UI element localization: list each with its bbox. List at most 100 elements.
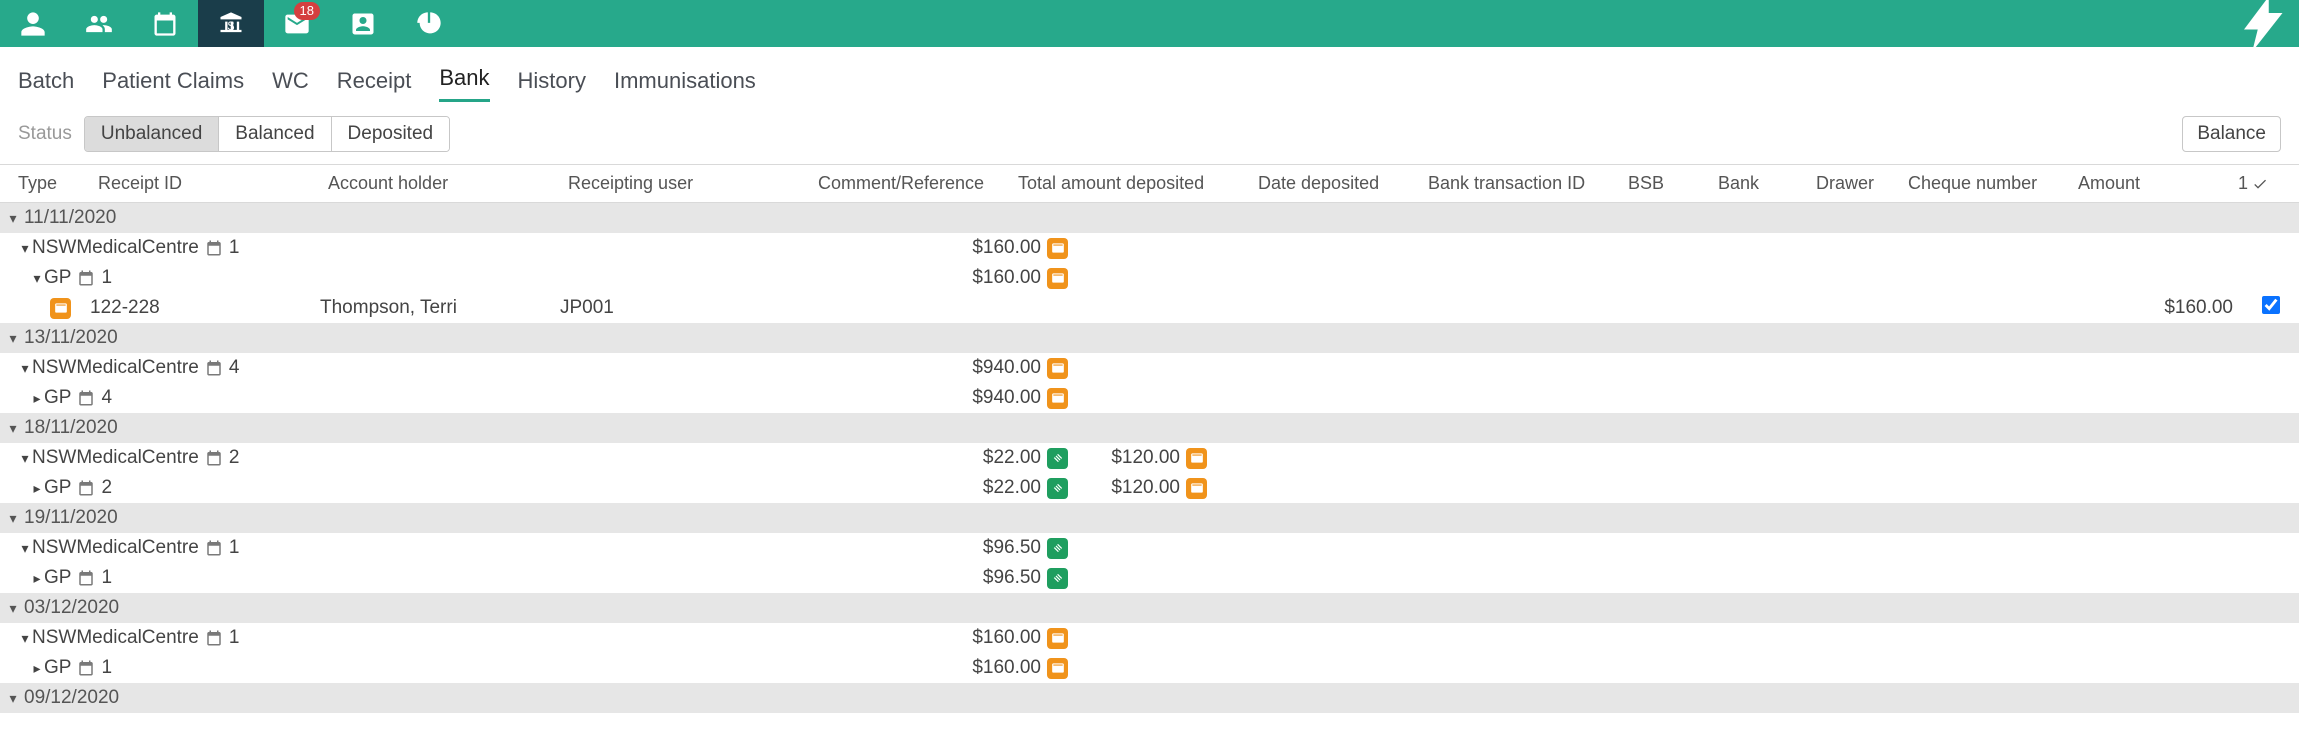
col-date-deposited[interactable]: Date deposited	[1250, 173, 1420, 194]
date-group-row[interactable]: 18/11/2020	[0, 413, 2299, 443]
col-amount[interactable]: Amount	[2070, 173, 2225, 194]
expand-caret-icon[interactable]	[6, 420, 20, 437]
amount-cell: $160.00	[560, 657, 1074, 679]
col-bank[interactable]: Bank	[1710, 173, 1808, 194]
expand-caret-icon[interactable]	[30, 570, 44, 587]
tab-batch[interactable]: Batch	[18, 68, 74, 102]
nav-icon-help[interactable]	[2233, 0, 2299, 47]
expand-caret-icon[interactable]	[18, 450, 32, 467]
tab-wc[interactable]: WC	[272, 68, 309, 102]
payment-chip-orange	[1186, 478, 1207, 499]
tab-bank[interactable]: Bank	[439, 65, 489, 102]
gp-count: 2	[101, 477, 112, 499]
expand-caret-icon[interactable]	[30, 390, 44, 407]
centre-name: NSWMedicalCentre	[32, 237, 199, 259]
centre-name: NSWMedicalCentre	[32, 627, 199, 649]
gp-row[interactable]: GP1$96.50	[0, 563, 2299, 593]
nav-icon-billing[interactable]: $	[198, 0, 264, 47]
nav-icon-mail[interactable]: 18	[264, 0, 330, 47]
amount-value: $160.00	[961, 267, 1041, 289]
detail-receipt-id: 122-228	[90, 297, 320, 319]
nav-icon-user[interactable]	[0, 0, 66, 47]
tab-history[interactable]: History	[518, 68, 586, 102]
amount-cell: $160.00	[560, 237, 1074, 259]
centre-row[interactable]: NSWMedicalCentre4$940.00	[0, 353, 2299, 383]
gp-name: GP	[44, 657, 71, 679]
gp-row[interactable]: GP2$22.00$120.00	[0, 473, 2299, 503]
tab-immunisations[interactable]: Immunisations	[614, 68, 756, 102]
centre-count: 1	[229, 627, 240, 649]
status-pill-balanced[interactable]: Balanced	[219, 117, 331, 151]
expand-caret-icon[interactable]	[18, 360, 32, 377]
col-cheque-number[interactable]: Cheque number	[1900, 173, 2070, 194]
expand-caret-icon[interactable]	[18, 630, 32, 647]
expand-caret-icon[interactable]	[6, 600, 20, 617]
col-bsb[interactable]: BSB	[1620, 173, 1710, 194]
expand-caret-icon[interactable]	[6, 210, 20, 227]
expand-caret-icon[interactable]	[18, 240, 32, 257]
date-label: 18/11/2020	[24, 417, 118, 439]
nav-icon-calendar[interactable]	[132, 0, 198, 47]
col-receipt-id[interactable]: Receipt ID	[90, 173, 320, 194]
amount-cell: $940.00	[560, 357, 1074, 379]
date-label: 19/11/2020	[24, 507, 118, 529]
expand-caret-icon[interactable]	[30, 660, 44, 677]
payment-chip-orange	[1186, 448, 1207, 469]
expand-caret-icon[interactable]	[6, 510, 20, 527]
centre-row[interactable]: NSWMedicalCentre1$96.50	[0, 533, 2299, 563]
detail-select-checkbox[interactable]	[2262, 296, 2280, 314]
date-group-row[interactable]: 19/11/2020	[0, 503, 2299, 533]
secondary-nav: Batch Patient Claims WC Receipt Bank History I…	[0, 47, 2299, 110]
expand-caret-icon[interactable]	[6, 690, 20, 707]
calendar-icon	[77, 569, 95, 587]
gp-row[interactable]: GP1$160.00	[0, 653, 2299, 683]
col-bank-tx-id[interactable]: Bank transaction ID	[1420, 173, 1620, 194]
tab-patient-claims[interactable]: Patient Claims	[102, 68, 244, 102]
col-receipting-user[interactable]: Receipting user	[560, 173, 810, 194]
col-type[interactable]: Type	[0, 173, 90, 194]
centre-name: NSWMedicalCentre	[32, 447, 199, 469]
svg-text:$: $	[228, 19, 235, 32]
gp-row[interactable]: GP1$160.00	[0, 263, 2299, 293]
expand-caret-icon[interactable]	[6, 330, 20, 347]
date-group-row[interactable]: 11/11/2020	[0, 203, 2299, 233]
amount-cell: $160.00	[560, 627, 1074, 649]
col-drawer[interactable]: Drawer	[1808, 173, 1900, 194]
gp-row[interactable]: GP4$940.00	[0, 383, 2299, 413]
col-select-count[interactable]: 1	[2225, 173, 2281, 194]
col-account-holder[interactable]: Account holder	[320, 173, 560, 194]
detail-row[interactable]: 122-228Thompson, TerriJP001$160.00	[0, 293, 2299, 323]
balance-button[interactable]: Balance	[2182, 116, 2281, 152]
col-comment[interactable]: Comment/Reference	[810, 173, 1010, 194]
nav-icon-pie[interactable]	[396, 0, 462, 47]
col-total-deposited[interactable]: Total amount deposited	[1010, 173, 1250, 194]
date-group-row[interactable]: 03/12/2020	[0, 593, 2299, 623]
status-pill-unbalanced[interactable]: Unbalanced	[85, 117, 219, 151]
centre-name: NSWMedicalCentre	[32, 537, 199, 559]
amount-cell-extra: $120.00	[1090, 447, 1207, 469]
date-label: 11/11/2020	[24, 207, 116, 229]
expand-caret-icon[interactable]	[30, 480, 44, 497]
payment-chip-green	[1047, 568, 1068, 589]
payment-chip-orange	[1047, 628, 1068, 649]
date-group-row[interactable]: 09/12/2020	[0, 683, 2299, 713]
centre-count: 2	[229, 447, 240, 469]
date-group-row[interactable]: 13/11/2020	[0, 323, 2299, 353]
nav-icon-users[interactable]	[66, 0, 132, 47]
expand-caret-icon[interactable]	[18, 540, 32, 557]
tab-receipt[interactable]: Receipt	[337, 68, 412, 102]
col-select-count-value: 1	[2238, 173, 2248, 194]
amount-value: $940.00	[961, 387, 1041, 409]
calendar-icon	[77, 269, 95, 287]
centre-row[interactable]: NSWMedicalCentre 1 $160.00	[0, 623, 2299, 653]
centre-row[interactable]: NSWMedicalCentre1$160.00	[0, 233, 2299, 263]
nav-icon-contacts[interactable]	[330, 0, 396, 47]
amount-value: $96.50	[961, 537, 1041, 559]
expand-caret-icon[interactable]	[30, 270, 44, 287]
detail-receipting-user: JP001	[560, 297, 810, 319]
status-pillgroup: UnbalancedBalancedDeposited	[84, 116, 450, 152]
status-pill-deposited[interactable]: Deposited	[332, 117, 450, 151]
payment-chip-orange	[1047, 658, 1068, 679]
centre-row[interactable]: NSWMedicalCentre2$22.00$120.00	[0, 443, 2299, 473]
table-body: 11/11/2020NSWMedicalCentre1$160.00GP1$16…	[0, 203, 2299, 713]
